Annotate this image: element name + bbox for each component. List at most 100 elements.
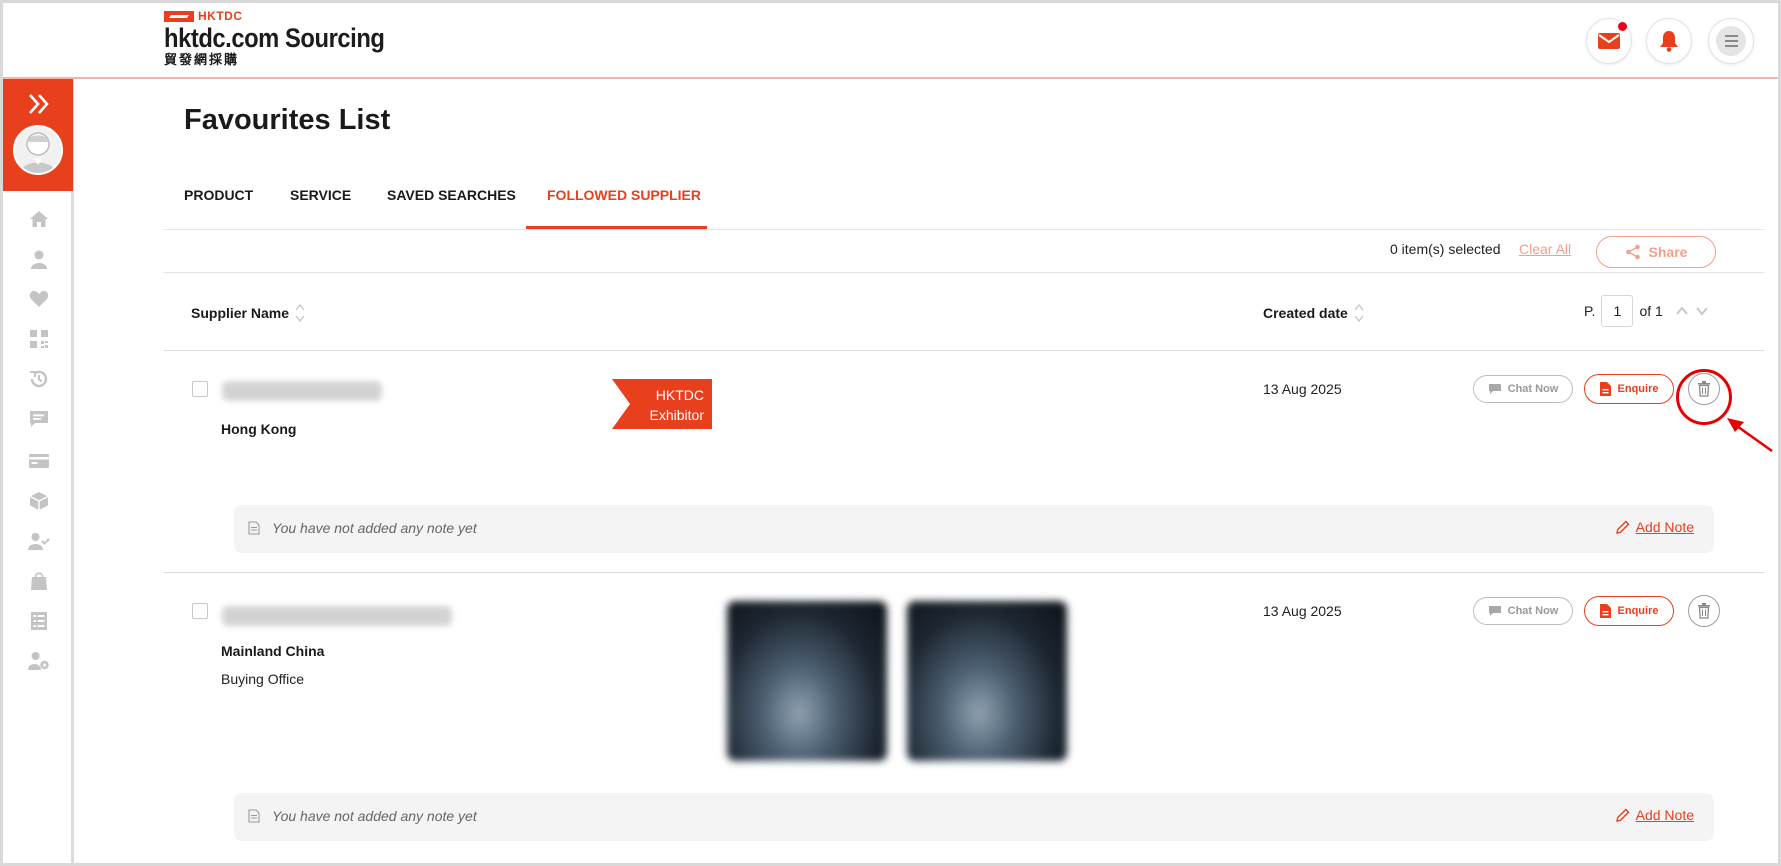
supplier-image[interactable] xyxy=(907,601,1067,761)
enquire-label: Enquire xyxy=(1617,383,1659,395)
double-chevron-right-icon[interactable] xyxy=(27,93,51,115)
supplier-row: Mainland China Buying Office 13 Aug 2025… xyxy=(164,573,1764,866)
top-header: HKTDC hktdc.com Sourcing 貿發網採購 xyxy=(0,0,1781,79)
list-icon[interactable] xyxy=(27,609,51,633)
enquire-button[interactable]: Enquire xyxy=(1584,374,1674,404)
created-date: 13 Aug 2025 xyxy=(1263,381,1342,397)
active-tab-indicator xyxy=(526,226,707,229)
column-supplier-label: Supplier Name xyxy=(191,305,290,321)
user-check-icon[interactable] xyxy=(27,529,51,553)
chat-bubble-icon xyxy=(1488,606,1501,616)
selected-count: 0 item(s) selected xyxy=(1390,241,1501,257)
share-label: Share xyxy=(1648,244,1688,260)
badge-line-1: HKTDC xyxy=(655,387,704,403)
table-header: Supplier Name Created date P. 1 of 1 xyxy=(164,273,1764,351)
logo-subtitle: 貿發網採購 xyxy=(164,52,240,67)
selection-bar: 0 item(s) selected Clear All Share xyxy=(164,231,1764,273)
chat-icon[interactable] xyxy=(27,407,51,431)
page-title: Favourites List xyxy=(184,104,391,136)
supplier-row: Hong Kong HKTDC Exhibitor 13 Aug 2025 Ch… xyxy=(164,351,1764,573)
qr-code-icon[interactable] xyxy=(27,327,51,351)
sort-icon xyxy=(1354,303,1364,323)
pencil-icon xyxy=(1615,520,1630,534)
row-checkbox[interactable] xyxy=(192,603,208,619)
row-checkbox[interactable] xyxy=(192,381,208,397)
trash-icon xyxy=(1698,603,1710,619)
supplier-region: Mainland China xyxy=(221,643,325,659)
column-created-label: Created date xyxy=(1263,305,1348,321)
clear-all-link[interactable]: Clear All xyxy=(1519,241,1571,257)
enquire-label: Enquire xyxy=(1617,605,1659,617)
favourites-tabs: PRODUCT SERVICE SAVED SEARCHES FOLLOWED … xyxy=(164,168,1764,230)
share-icon xyxy=(1625,244,1640,260)
add-note-link[interactable]: Add Note xyxy=(1615,807,1694,823)
left-sidebar xyxy=(3,79,74,866)
logo-title: hktdc.com Sourcing xyxy=(164,23,385,53)
pagination: P. 1 of 1 xyxy=(1584,295,1709,327)
tab-followed-supplier[interactable]: FOLLOWED SUPPLIER xyxy=(547,187,701,203)
document-icon xyxy=(1599,382,1611,396)
column-created-date[interactable]: Created date xyxy=(1263,303,1364,323)
logo-mark: HKTDC xyxy=(164,9,415,23)
card-icon[interactable] xyxy=(27,449,51,473)
note-text: You have not added any note yet xyxy=(272,520,477,536)
note-icon xyxy=(248,809,260,823)
annotation-arrow-icon xyxy=(1727,418,1773,453)
page-down-icon[interactable] xyxy=(1695,305,1709,317)
document-icon xyxy=(1599,604,1611,618)
menu-icon xyxy=(1716,26,1746,56)
tab-service[interactable]: SERVICE xyxy=(290,187,351,203)
heart-icon[interactable] xyxy=(27,287,51,311)
box-icon[interactable] xyxy=(27,489,51,513)
sort-icon xyxy=(295,303,305,323)
add-note-link[interactable]: Add Note xyxy=(1615,519,1694,535)
mail-button[interactable] xyxy=(1586,18,1632,64)
add-note-label: Add Note xyxy=(1635,807,1694,823)
supplier-region: Hong Kong xyxy=(221,421,297,437)
business-type: Buying Office xyxy=(221,671,305,687)
tab-product[interactable]: PRODUCT xyxy=(184,187,253,203)
tab-saved-searches[interactable]: SAVED SEARCHES xyxy=(387,187,516,203)
logo-flag-icon xyxy=(164,10,194,22)
user-icon[interactable] xyxy=(27,247,51,271)
note-text: You have not added any note yet xyxy=(272,808,477,824)
chat-bubble-icon xyxy=(1488,384,1501,394)
hktdc-logo[interactable]: HKTDC hktdc.com Sourcing 貿發網採購 xyxy=(164,9,415,67)
chat-now-label: Chat Now xyxy=(1507,383,1559,395)
note-icon xyxy=(248,521,260,535)
pager-prefix: P. xyxy=(1584,303,1596,319)
created-date: 13 Aug 2025 xyxy=(1263,603,1342,619)
annotation-circle xyxy=(1676,369,1732,425)
column-supplier-name[interactable]: Supplier Name xyxy=(191,303,305,323)
pager-suffix: of 1 xyxy=(1639,303,1663,319)
bell-icon xyxy=(1660,31,1678,52)
notifications-button[interactable] xyxy=(1646,18,1692,64)
pencil-icon xyxy=(1615,808,1630,822)
notification-dot xyxy=(1618,22,1627,31)
chat-now-button[interactable]: Chat Now xyxy=(1473,597,1573,625)
home-icon[interactable] xyxy=(27,207,51,231)
history-icon[interactable] xyxy=(27,367,51,391)
supplier-name-blurred[interactable] xyxy=(222,381,382,401)
avatar[interactable] xyxy=(13,125,63,175)
bag-icon[interactable] xyxy=(27,569,51,593)
logo-mark-text: HKTDC xyxy=(198,9,243,23)
page-up-icon[interactable] xyxy=(1675,305,1689,317)
chat-now-label: Chat Now xyxy=(1507,605,1559,617)
add-note-label: Add Note xyxy=(1635,519,1694,535)
sidebar-profile-panel xyxy=(3,79,73,191)
badge-line-2: Exhibitor xyxy=(649,407,704,423)
hktdc-exhibitor-badge: HKTDC Exhibitor xyxy=(612,379,712,429)
supplier-name-blurred[interactable] xyxy=(222,606,452,626)
mail-icon xyxy=(1598,33,1620,49)
avatar-figure-icon xyxy=(20,132,56,173)
delete-button[interactable] xyxy=(1688,595,1720,627)
chat-now-button[interactable]: Chat Now xyxy=(1473,375,1573,403)
page-number-input[interactable]: 1 xyxy=(1601,295,1634,327)
enquire-button[interactable]: Enquire xyxy=(1584,596,1674,626)
menu-button[interactable] xyxy=(1708,18,1754,64)
share-button[interactable]: Share xyxy=(1596,236,1716,268)
supplier-image[interactable] xyxy=(727,601,887,761)
user-settings-icon[interactable] xyxy=(27,649,51,673)
note-box: You have not added any note yet Add Note xyxy=(234,505,1714,553)
